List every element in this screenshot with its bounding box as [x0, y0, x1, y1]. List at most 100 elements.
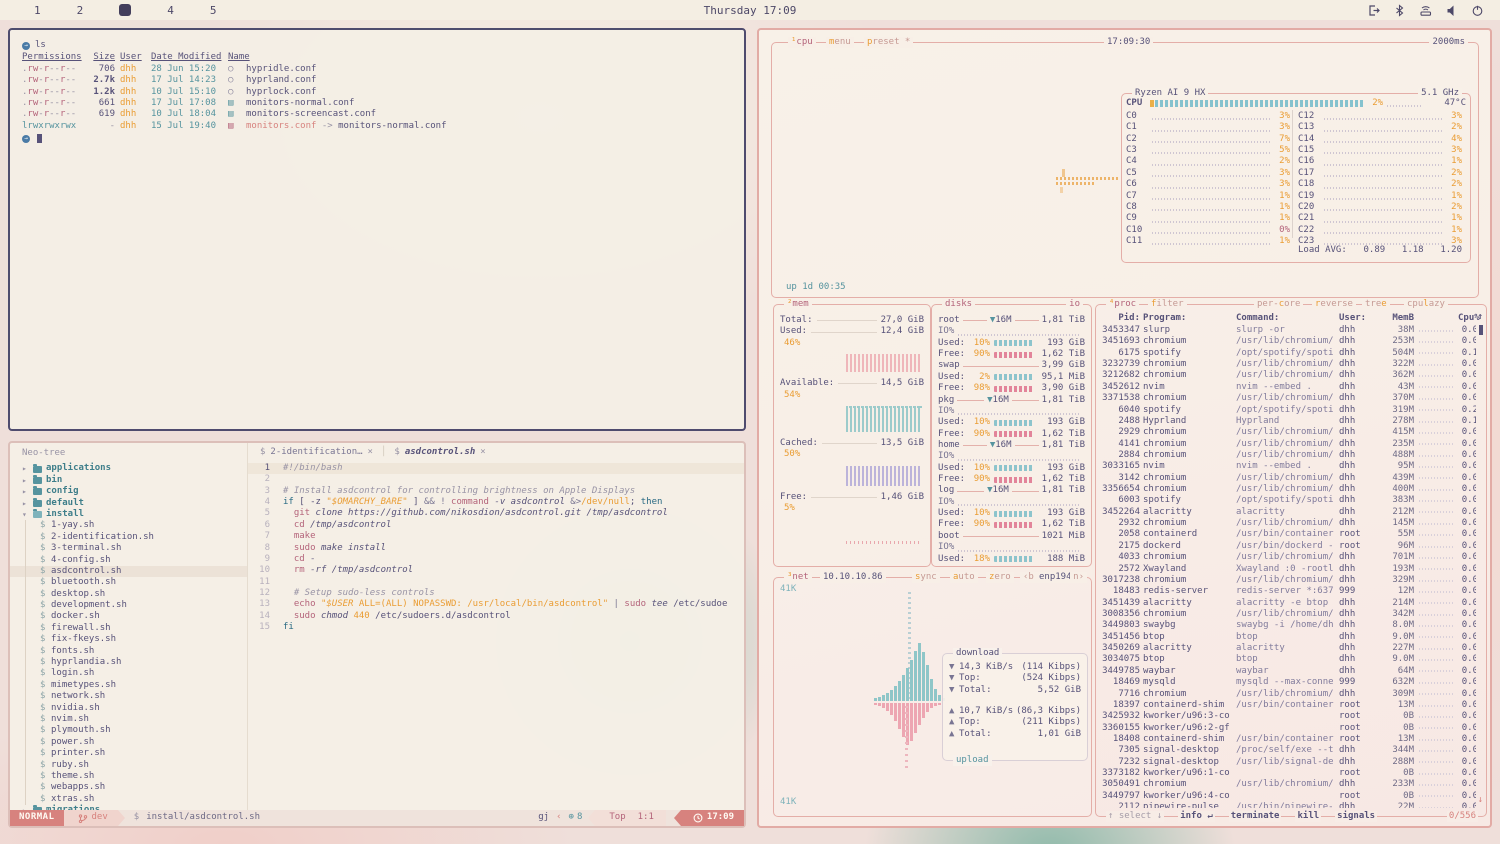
process-row-6003[interactable]: 6003spotify/opt/spotify/spotidhh383M0.0 — [1102, 495, 1476, 506]
process-row-3425932[interactable]: 3425932kworker/u96:3-coroot0B0.0 — [1102, 711, 1476, 722]
process-row-3356654[interactable]: 3356654chromium/usr/lib/chromium/dhh400M… — [1102, 484, 1476, 495]
info-button[interactable]: info ↵ — [1178, 811, 1215, 822]
tree-file-development.sh[interactable]: $development.sh — [10, 600, 247, 611]
process-row-7305[interactable]: 7305signal-desktop/proc/self/exe --tdhh3… — [1102, 745, 1476, 756]
process-row-3451439[interactable]: 3451439alacrittyalacritty -e btopdhh214M… — [1102, 598, 1476, 609]
volume-icon[interactable] — [1445, 4, 1458, 17]
signals-button[interactable]: signals — [1335, 811, 1377, 822]
reverse-button[interactable]: reverse — [1312, 299, 1356, 310]
tree-file-nvidia.sh[interactable]: $nvidia.sh — [10, 703, 247, 714]
tree-file-firewall.sh[interactable]: $firewall.sh — [10, 623, 247, 634]
process-row-6040[interactable]: 6040spotify/opt/spotify/spotidhh319M0.2 — [1102, 405, 1476, 416]
process-row-3449797[interactable]: 3449797kworker/u96:4-coroot0B0.0 — [1102, 791, 1476, 802]
tree-file-fonts.sh[interactable]: $fonts.sh — [10, 646, 247, 657]
process-row-2488[interactable]: 2488HyprlandHyprlanddhh278M0.1 — [1102, 416, 1476, 427]
process-row-3232739[interactable]: 3232739chromium/usr/lib/chromium/dhh322M… — [1102, 359, 1476, 370]
process-table[interactable]: 3453347slurpslurp -ordhh38M0.03451693chr… — [1102, 325, 1476, 808]
tree-file-theme.sh[interactable]: $theme.sh — [10, 771, 247, 782]
bluetooth-icon[interactable] — [1393, 4, 1406, 17]
process-row-6175[interactable]: 6175spotify/opt/spotify/spotidhh504M0.1 — [1102, 348, 1476, 359]
next-iface-button[interactable]: n› — [1070, 572, 1087, 583]
tree-file-printer.sh[interactable]: $printer.sh — [10, 748, 247, 759]
menu-button[interactable]: menu — [826, 37, 854, 48]
tree-file-xtras.sh[interactable]: $xtras.sh — [10, 794, 247, 805]
process-row-3034075[interactable]: 3034075btopbtopdhh9.0M0.0 — [1102, 654, 1476, 665]
tree-file-docker.sh[interactable]: $docker.sh — [10, 611, 247, 622]
screencast-icon[interactable] — [1367, 4, 1380, 17]
process-row-2058[interactable]: 2058containerd/usr/bin/containerroot55M0… — [1102, 529, 1476, 540]
editor-buffer[interactable]: 1#!/bin/bash23# Install asdcontrol for c… — [248, 463, 744, 810]
tree-file-mimetypes.sh[interactable]: $mimetypes.sh — [10, 680, 247, 691]
process-row-3212682[interactable]: 3212682chromium/usr/lib/chromium/dhh362M… — [1102, 370, 1476, 381]
network-icon[interactable] — [1419, 4, 1432, 17]
tree-file-hyprlandia.sh[interactable]: $hyprlandia.sh — [10, 657, 247, 668]
process-row-4141[interactable]: 4141chromium/usr/lib/chromium/dhh235M0.0 — [1102, 439, 1476, 450]
tree-file-desktop.sh[interactable]: $desktop.sh — [10, 589, 247, 600]
prev-iface-button[interactable]: ‹b — [1020, 572, 1037, 583]
tree-file-plymouth.sh[interactable]: $plymouth.sh — [10, 725, 247, 736]
tree-file-3-terminal.sh[interactable]: $3-terminal.sh — [10, 543, 247, 554]
tree-file-nvim.sh[interactable]: $nvim.sh — [10, 714, 247, 725]
tree-file-network.sh[interactable]: $network.sh — [10, 691, 247, 702]
process-row-7716[interactable]: 7716chromium/usr/lib/chromium/dhh309M0.0 — [1102, 689, 1476, 700]
process-row-18469[interactable]: 18469mysqldmysqld --max-conne999632M0.0 — [1102, 677, 1476, 688]
prompt-line-input[interactable]: → — [22, 133, 744, 144]
tree-file-bluetooth.sh[interactable]: $bluetooth.sh — [10, 577, 247, 588]
process-row-3451693[interactable]: 3451693chromium/usr/lib/chromium/dhh253M… — [1102, 336, 1476, 347]
process-row-2112[interactable]: 2112pipewire-pulse/usr/bin/pipewire-dhh2… — [1102, 802, 1476, 808]
process-row-2572[interactable]: 2572XwaylandXwayland :0 -rootldhh193M0.0 — [1102, 564, 1476, 575]
process-row-3008356[interactable]: 3008356chromium/usr/lib/chromium/dhh342M… — [1102, 609, 1476, 620]
zero-button[interactable]: zero — [986, 572, 1014, 583]
preset-button[interactable]: preset * — [864, 37, 913, 48]
tab-2-identification…[interactable]: $2-identification…× — [260, 447, 373, 458]
io-mode-button[interactable]: io — [1066, 299, 1083, 310]
tree-dir-applications[interactable]: ▸applications — [10, 463, 247, 474]
tab-asdcontrol.sh[interactable]: $asdcontrol.sh× — [394, 447, 485, 458]
tree-file-login.sh[interactable]: $login.sh — [10, 668, 247, 679]
neovim-window[interactable]: Neo-tree ▸applications▸bin▸config▸defaul… — [8, 441, 746, 828]
process-row-2932[interactable]: 2932chromium/usr/lib/chromium/dhh145M0.0 — [1102, 518, 1476, 529]
update-interval[interactable]: 2000ms — [1429, 37, 1468, 48]
process-row-3360155[interactable]: 3360155kworker/u96:2-gfroot0B0.0 — [1102, 723, 1476, 734]
process-row-3033165[interactable]: 3033165nvimnvim --embed .dhh95M0.0 — [1102, 461, 1476, 472]
process-row-3452612[interactable]: 3452612nvimnvim --embed .dhh43M0.0 — [1102, 382, 1476, 393]
tree-file-asdcontrol.sh[interactable]: $asdcontrol.sh — [10, 566, 247, 577]
process-row-18408[interactable]: 18408containerd-shim/usr/bin/containerro… — [1102, 734, 1476, 745]
sync-button[interactable]: sync — [912, 572, 940, 583]
process-row-3449803[interactable]: 3449803swaybgswaybg -i /home/dhdhh8.0M0.… — [1102, 620, 1476, 631]
process-row-3371538[interactable]: 3371538chromium/usr/lib/chromium/dhh370M… — [1102, 393, 1476, 404]
tree-file-webapps.sh[interactable]: $webapps.sh — [10, 782, 247, 793]
power-icon[interactable] — [1471, 4, 1484, 17]
tree-dir-default[interactable]: ▸default — [10, 498, 247, 509]
process-row-18483[interactable]: 18483redis-serverredis-server *:63799912… — [1102, 586, 1476, 597]
process-row-3450269[interactable]: 3450269alacrittyalacrittydhh227M0.0 — [1102, 643, 1476, 654]
scrollbar-thumb[interactable] — [1479, 325, 1483, 335]
tree-file-power.sh[interactable]: $power.sh — [10, 737, 247, 748]
tree-button[interactable]: tree — [1362, 299, 1390, 310]
tree-dir-install[interactable]: ▾install — [10, 509, 247, 520]
tree-file-2-identification.sh[interactable]: $2-identification.sh — [10, 532, 247, 543]
process-row-3142[interactable]: 3142chromium/usr/lib/chromium/dhh439M0.0 — [1102, 473, 1476, 484]
process-row-3453347[interactable]: 3453347slurpslurp -ordhh38M0.0 — [1102, 325, 1476, 336]
sort-column-button[interactable]: cpu lazy — [1404, 299, 1448, 310]
process-row-3050491[interactable]: 3050491chromium/usr/lib/chromium/dhh233M… — [1102, 779, 1476, 790]
process-row-18397[interactable]: 18397containerd-shim/usr/bin/containerro… — [1102, 700, 1476, 711]
auto-button[interactable]: auto — [950, 572, 978, 583]
select-hint[interactable]: ↑ select ↓ — [1106, 811, 1164, 822]
close-tab-icon[interactable]: × — [368, 447, 373, 458]
process-row-3017238[interactable]: 3017238chromium/usr/lib/chromium/dhh329M… — [1102, 575, 1476, 586]
process-row-3449785[interactable]: 3449785waybarwaybardhh64M0.0 — [1102, 666, 1476, 677]
terminate-button[interactable]: terminate — [1229, 811, 1282, 822]
tree-dir-config[interactable]: ▸config — [10, 486, 247, 497]
process-row-7232[interactable]: 7232signal-desktop/usr/lib/signal-dedhh2… — [1102, 757, 1476, 768]
process-table-header[interactable]: Pid: Program: Command: User: MemB Cpu% — [1102, 313, 1476, 324]
tree-file-1-yay.sh[interactable]: $1-yay.sh — [10, 520, 247, 531]
tree-dir-bin[interactable]: ▸bin — [10, 475, 247, 486]
per-core-button[interactable]: per-core — [1254, 299, 1303, 310]
kill-button[interactable]: kill — [1295, 811, 1321, 822]
process-row-3452264[interactable]: 3452264alacrittyalacrittydhh212M0.0 — [1102, 507, 1476, 518]
process-row-2929[interactable]: 2929chromium/usr/lib/chromium/dhh415M0.0 — [1102, 427, 1476, 438]
btop-window[interactable]: ¹cpu menu preset * 17:09:30 2000ms Ryzen… — [757, 28, 1492, 828]
process-row-3373182[interactable]: 3373182kworker/u96:1-coroot0B0.0 — [1102, 768, 1476, 779]
process-row-2175[interactable]: 2175dockerd/usr/bin/dockerd -root96M0.0 — [1102, 541, 1476, 552]
